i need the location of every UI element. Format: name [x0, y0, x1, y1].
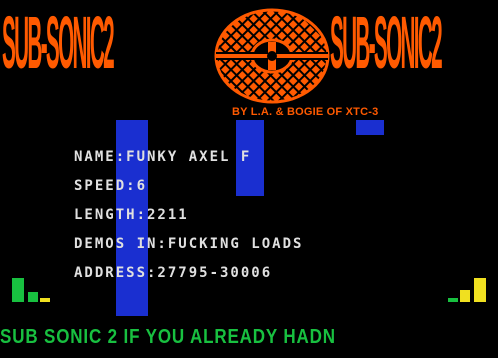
vu-right-bar-1: [448, 298, 458, 302]
vu-left-bar-3: [40, 298, 50, 302]
logo-right-text: SUB-SONIC2: [330, 1, 443, 84]
vu-left-bar-1: [12, 278, 24, 302]
scroll-text: SUB SONIC 2 IF YOU ALREADY HADN: [0, 326, 336, 348]
vu-left-bar-2: [28, 292, 38, 302]
logo-emblem-icon: [214, 8, 330, 104]
tune-speed: SPEED:6: [74, 178, 148, 194]
tune-info: NAME:FUNKY AXEL F SPEED:6 LENGTH:2211 DE…: [74, 146, 303, 291]
logo-credit: BY L.A. & BOGIE OF XTC-3: [232, 106, 379, 118]
demo-screen: SUB-SONIC2 SUB-SONIC2 BY L.A. & BOGIE OF…: [0, 0, 498, 358]
tune-name: NAME:FUNKY AXEL F: [74, 149, 252, 165]
vu-right-bar-3: [474, 278, 486, 302]
tune-length: LENGTH:2211: [74, 207, 189, 223]
raster-bar-3: [356, 120, 384, 135]
tune-demos: DEMOS IN:FUCKING LOADS: [74, 236, 304, 252]
logo-left-text: SUB-SONIC2: [2, 1, 115, 84]
vu-right-bar-2: [460, 290, 470, 302]
tune-address: ADDRESS:27795-30006: [74, 265, 273, 281]
